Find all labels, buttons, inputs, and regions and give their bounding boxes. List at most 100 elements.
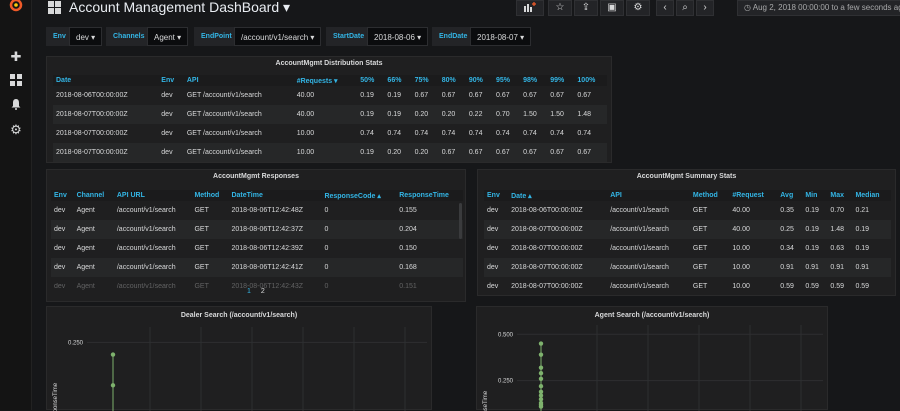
- table-cell: 0.20: [438, 105, 466, 124]
- table-cell: /account/v1/search: [113, 258, 192, 277]
- table-cell: 0.20: [411, 143, 439, 162]
- column-header[interactable]: ResponseTime: [396, 190, 463, 201]
- column-header[interactable]: Avg: [777, 190, 803, 201]
- table-cell: 0.59: [855, 283, 870, 290]
- column-header[interactable]: 99%: [547, 75, 575, 86]
- alerting-bell-icon[interactable]: [9, 98, 23, 112]
- star-button[interactable]: ☆: [548, 0, 572, 16]
- dashboard-title[interactable]: Account Management DashBoard ▾: [69, 0, 290, 16]
- data-point[interactable]: [538, 341, 544, 346]
- table-cell: dev: [54, 283, 66, 290]
- column-header[interactable]: #Requests ▾: [293, 75, 358, 86]
- data-point[interactable]: [110, 352, 116, 357]
- clock-icon: ◷: [744, 3, 751, 12]
- column-header[interactable]: 75%: [411, 75, 439, 86]
- table-cell: 0.74: [577, 130, 592, 137]
- data-point[interactable]: [538, 352, 544, 357]
- enddate-select[interactable]: 2018-08-07 ▾: [470, 27, 532, 46]
- column-header[interactable]: Env: [158, 75, 184, 86]
- table-cell: /account/v1/search: [116, 245, 176, 252]
- page-2-link[interactable]: 2: [261, 288, 265, 295]
- table-cell: 2018-08-07T00:00:00Z: [56, 130, 128, 137]
- responses-scrollbar[interactable]: [459, 203, 462, 239]
- table-cell: 0.74: [387, 130, 402, 137]
- table-cell: /account/v1/search: [113, 220, 192, 239]
- table-cell: 0.25: [777, 220, 803, 239]
- table-cell: 2018-08-06T00:00:00Z: [56, 92, 128, 99]
- column-header[interactable]: 100%: [574, 75, 607, 86]
- table-cell: /account/v1/search: [610, 245, 669, 252]
- column-header[interactable]: 90%: [465, 75, 493, 86]
- time-forward-button[interactable]: ›: [696, 0, 714, 16]
- data-point[interactable]: [538, 371, 544, 376]
- configuration-gear-icon[interactable]: ⚙: [9, 123, 23, 137]
- column-header[interactable]: Median: [852, 190, 891, 201]
- panel-title[interactable]: AccountMgmt Distribution Stats: [47, 60, 611, 67]
- column-header[interactable]: DateTime: [228, 190, 322, 201]
- dashboards-grid-icon[interactable]: [9, 74, 23, 88]
- table-cell: 1.48: [827, 220, 853, 239]
- grafana-logo-icon[interactable]: [7, 0, 25, 14]
- dashboard-grid-icon: [48, 1, 61, 14]
- table-cell: 0.63: [830, 245, 845, 252]
- dealer-search-panel: Dealer Search (/account/v1/search) 0.250…: [46, 306, 432, 411]
- table-cell: 2018-08-07T00:00:00Z: [508, 220, 608, 239]
- table-cell: 0.67: [550, 92, 564, 99]
- table-cell: dev: [161, 92, 173, 99]
- zoom-out-icon: ⌕: [682, 2, 688, 13]
- env-select[interactable]: dev ▾: [69, 27, 103, 46]
- column-header[interactable]: Channel: [73, 190, 114, 201]
- column-header[interactable]: Date: [53, 75, 159, 86]
- column-header[interactable]: ResponseCode ▴: [321, 190, 397, 201]
- table-cell: GET: [692, 207, 708, 214]
- column-header[interactable]: Env: [51, 190, 74, 201]
- table-row: dev 2018-08-07T00:00:00Z/account/v1/searc…: [484, 277, 891, 296]
- table-row: 2018-08-07T00:00:00Z dev GET /account/v1/s…: [53, 105, 607, 124]
- table-cell: 0: [321, 258, 397, 277]
- column-header[interactable]: 98%: [520, 75, 548, 86]
- column-header[interactable]: Date ▴: [508, 190, 608, 201]
- table-cell: 0.19: [802, 220, 828, 239]
- y-tick-label: 0.250: [68, 340, 84, 346]
- share-button[interactable]: ⇪: [574, 0, 598, 16]
- page-1-link[interactable]: 1: [247, 288, 251, 295]
- save-button[interactable]: ▣: [600, 0, 624, 16]
- data-point[interactable]: [538, 376, 544, 381]
- add-panel-button[interactable]: [516, 0, 544, 16]
- time-back-button[interactable]: ‹: [656, 0, 674, 16]
- column-header[interactable]: #Request: [729, 190, 778, 201]
- data-point[interactable]: [538, 404, 544, 409]
- column-header[interactable]: 80%: [438, 75, 466, 86]
- create-plus-icon[interactable]: ✚: [9, 50, 23, 64]
- time-range-picker[interactable]: ◷ Aug 2, 2018 00:00:00 to a few seconds …: [737, 0, 900, 16]
- column-header[interactable]: API URL: [113, 190, 192, 201]
- time-range-label: Aug 2, 2018 00:00:00 to a few seconds ag…: [752, 3, 900, 12]
- column-header[interactable]: Method: [689, 190, 730, 201]
- panel-title[interactable]: AccountMgmt Summary Stats: [478, 173, 895, 180]
- table-cell: 0: [324, 283, 329, 290]
- column-header[interactable]: API: [607, 190, 690, 201]
- column-header[interactable]: Env: [484, 190, 509, 201]
- y-axis-label: ResponseTime: [483, 390, 489, 411]
- zoom-out-button[interactable]: ⌕: [676, 0, 694, 16]
- column-header[interactable]: Method: [191, 190, 229, 201]
- endpoint-select[interactable]: /account/v1/search ▾: [234, 27, 322, 46]
- table-cell: 2018-08-06T00:00:00Z: [511, 207, 583, 214]
- data-point[interactable]: [538, 384, 544, 389]
- column-header[interactable]: 66%: [384, 75, 412, 86]
- column-header[interactable]: API: [183, 75, 294, 86]
- data-point[interactable]: [110, 383, 116, 388]
- channels-select[interactable]: Agent ▾: [147, 27, 189, 46]
- column-header[interactable]: Max: [827, 190, 853, 201]
- data-point[interactable]: [538, 365, 544, 370]
- column-header[interactable]: 95%: [492, 75, 521, 86]
- table-cell: 0.59: [805, 283, 819, 290]
- table-cell: 0.59: [780, 283, 794, 290]
- startdate-select[interactable]: 2018-08-06 ▾: [367, 27, 429, 46]
- column-header[interactable]: 50%: [357, 75, 385, 86]
- settings-button[interactable]: ⚙: [626, 0, 650, 16]
- table-cell: 0.21: [855, 207, 870, 214]
- panel-title[interactable]: AccountMgmt Responses: [47, 173, 465, 180]
- column-header[interactable]: Min: [802, 190, 828, 201]
- responses-table: Env Channel API URL Method DateTime ResponseC…: [51, 190, 463, 296]
